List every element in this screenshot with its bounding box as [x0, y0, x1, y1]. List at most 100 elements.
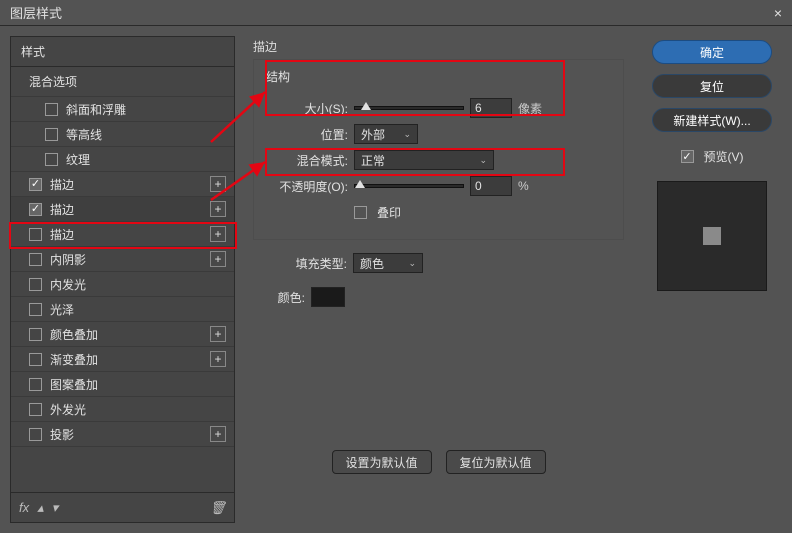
overprint-label: 叠印	[377, 204, 401, 221]
style-checkbox[interactable]	[29, 353, 42, 366]
style-checkbox[interactable]: ✓	[29, 203, 42, 216]
style-checkbox[interactable]	[45, 153, 58, 166]
filltype-label: 填充类型:	[265, 255, 347, 272]
arrow-up-icon[interactable]: ▴	[37, 500, 44, 516]
blendmode-select[interactable]: 正常 ⌄	[354, 150, 494, 170]
chevron-down-icon: ⌄	[408, 258, 416, 269]
position-row: 位置: 外部 ⌄	[266, 121, 611, 147]
size-input[interactable]	[470, 98, 512, 118]
size-label: 大小(S):	[266, 100, 348, 117]
style-label: 内阴影	[50, 251, 210, 268]
section-title: 描边	[253, 38, 624, 55]
style-checkbox[interactable]	[45, 103, 58, 116]
set-default-button[interactable]: 设置为默认值	[332, 450, 432, 474]
style-row-8[interactable]: 光泽	[11, 297, 234, 322]
opacity-label: 不透明度(O):	[266, 178, 348, 195]
add-effect-icon[interactable]: +	[210, 326, 226, 342]
position-label: 位置:	[266, 126, 348, 143]
style-checkbox[interactable]	[29, 403, 42, 416]
style-row-6[interactable]: 内阴影+	[11, 247, 234, 272]
add-effect-icon[interactable]: +	[210, 351, 226, 367]
style-checkbox[interactable]	[29, 253, 42, 266]
reset-button[interactable]: 复位	[652, 74, 772, 98]
style-row-12[interactable]: 外发光	[11, 397, 234, 422]
style-label: 描边	[50, 201, 210, 218]
left-footer: fx ▴ ▾ 🗑	[11, 492, 234, 522]
add-effect-icon[interactable]: +	[210, 226, 226, 242]
ok-button[interactable]: 确定	[652, 40, 772, 64]
size-slider[interactable]	[354, 106, 464, 110]
style-row-3[interactable]: ✓ 描边+	[11, 172, 234, 197]
properties-panel: 描边 结构 大小(S): 像素 位置: 外部 ⌄ 混合模式: 正常	[243, 36, 634, 523]
style-label: 等高线	[66, 126, 226, 143]
style-row-1[interactable]: 等高线	[11, 122, 234, 147]
new-style-button[interactable]: 新建样式(W)...	[652, 108, 772, 132]
color-row: 颜色:	[265, 284, 624, 310]
chevron-down-icon: ⌄	[403, 129, 411, 140]
styles-header[interactable]: 样式	[11, 37, 234, 67]
style-row-10[interactable]: 渐变叠加+	[11, 347, 234, 372]
style-row-5[interactable]: 描边+	[11, 222, 234, 247]
window-title: 图层样式	[10, 3, 62, 22]
style-label: 颜色叠加	[50, 326, 210, 343]
style-row-0[interactable]: 斜面和浮雕	[11, 97, 234, 122]
overprint-checkbox[interactable]	[354, 206, 367, 219]
preview-box	[657, 181, 767, 291]
filltype-row: 填充类型: 颜色 ⌄	[265, 250, 624, 276]
style-checkbox[interactable]	[29, 328, 42, 341]
blend-options-row[interactable]: 混合选项	[11, 67, 234, 97]
style-checkbox[interactable]	[45, 128, 58, 141]
style-label: 内发光	[50, 276, 226, 293]
style-row-9[interactable]: 颜色叠加+	[11, 322, 234, 347]
default-buttons: 设置为默认值 复位为默认值	[253, 450, 624, 474]
right-panel: 确定 复位 新建样式(W)... ✓ 预览(V)	[642, 36, 782, 523]
left-panel: 样式 混合选项 斜面和浮雕等高线纹理✓描边+✓描边+描边+内阴影+内发光光泽颜色…	[10, 36, 235, 523]
style-checkbox[interactable]: ✓	[29, 178, 42, 191]
chevron-down-icon: ⌄	[479, 155, 487, 166]
arrow-down-icon[interactable]: ▾	[52, 500, 59, 516]
style-label: 外发光	[50, 401, 226, 418]
opacity-unit: %	[518, 179, 529, 193]
opacity-row: 不透明度(O): %	[266, 173, 611, 199]
position-select[interactable]: 外部 ⌄	[354, 124, 418, 144]
close-icon[interactable]: ×	[774, 5, 782, 21]
style-label: 图案叠加	[50, 376, 226, 393]
opacity-slider[interactable]	[354, 184, 464, 188]
add-effect-icon[interactable]: +	[210, 426, 226, 442]
style-checkbox[interactable]	[29, 228, 42, 241]
style-checkbox[interactable]	[29, 278, 42, 291]
style-label: 投影	[50, 426, 210, 443]
style-label: 纹理	[66, 151, 226, 168]
styles-list: 样式 混合选项 斜面和浮雕等高线纹理✓描边+✓描边+描边+内阴影+内发光光泽颜色…	[11, 37, 234, 492]
preview-swatch	[703, 227, 721, 245]
color-swatch[interactable]	[311, 287, 345, 307]
style-label: 描边	[50, 176, 210, 193]
style-label: 渐变叠加	[50, 351, 210, 368]
size-row: 大小(S): 像素	[266, 95, 611, 121]
style-row-4[interactable]: ✓ 描边+	[11, 197, 234, 222]
style-row-13[interactable]: 投影+	[11, 422, 234, 447]
blendmode-row: 混合模式: 正常 ⌄	[266, 147, 611, 173]
style-checkbox[interactable]	[29, 428, 42, 441]
structure-group: 结构 大小(S): 像素 位置: 外部 ⌄ 混合模式: 正常 ⌄	[253, 59, 624, 240]
reset-default-button[interactable]: 复位为默认值	[446, 450, 546, 474]
style-label: 描边	[50, 226, 210, 243]
structure-label: 结构	[266, 68, 611, 85]
style-row-7[interactable]: 内发光	[11, 272, 234, 297]
add-effect-icon[interactable]: +	[210, 201, 226, 217]
style-checkbox[interactable]	[29, 378, 42, 391]
preview-toggle[interactable]: ✓ 预览(V)	[681, 148, 744, 165]
style-row-2[interactable]: 纹理	[11, 147, 234, 172]
add-effect-icon[interactable]: +	[210, 176, 226, 192]
titlebar: 图层样式 ×	[0, 0, 792, 26]
opacity-input[interactable]	[470, 176, 512, 196]
style-row-11[interactable]: 图案叠加	[11, 372, 234, 397]
filltype-select[interactable]: 颜色 ⌄	[353, 253, 423, 273]
content: 样式 混合选项 斜面和浮雕等高线纹理✓描边+✓描边+描边+内阴影+内发光光泽颜色…	[0, 26, 792, 533]
overprint-row: 叠印	[266, 199, 611, 225]
trash-icon[interactable]: 🗑	[209, 500, 226, 516]
style-checkbox[interactable]	[29, 303, 42, 316]
preview-checkbox[interactable]: ✓	[681, 150, 694, 163]
add-effect-icon[interactable]: +	[210, 251, 226, 267]
fx-icon[interactable]: fx	[19, 500, 29, 516]
